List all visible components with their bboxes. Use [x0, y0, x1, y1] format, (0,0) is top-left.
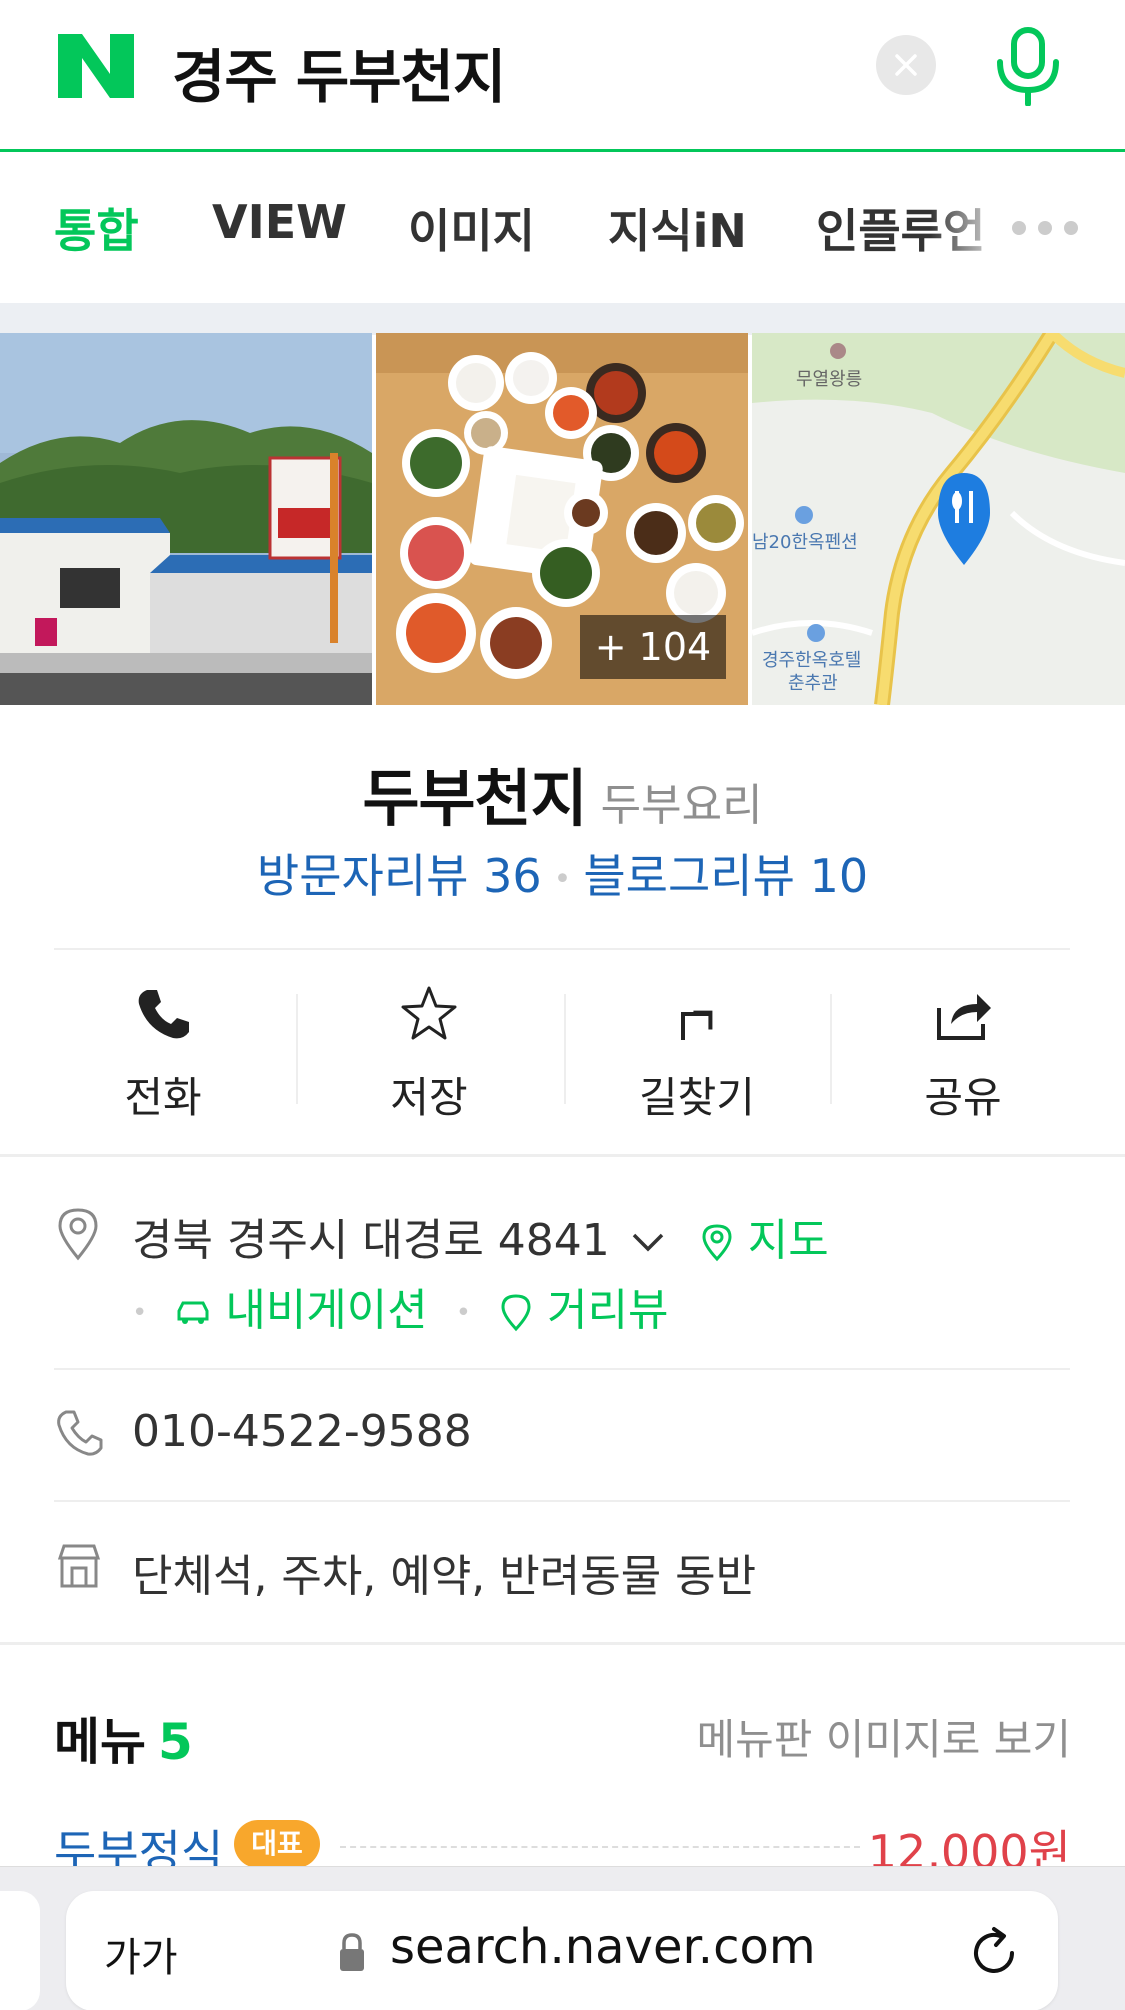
more-photos-count[interactable]: + 104	[580, 615, 726, 679]
dotted-leader	[340, 1846, 860, 1848]
directions-label: 길찾기	[639, 1073, 755, 1122]
search-header: 경주 두부천지	[0, 0, 1125, 152]
location-pin-icon	[58, 1208, 98, 1261]
map-label: 춘추관	[788, 673, 838, 694]
tabs-fade	[930, 155, 1010, 303]
divider	[54, 948, 1070, 950]
place-category: 두부요리	[600, 780, 763, 831]
star-icon	[401, 986, 457, 1040]
share-icon	[937, 994, 991, 1040]
place-title: 두부천지 두부요리	[0, 748, 1125, 838]
phone-icon	[138, 990, 189, 1039]
store-icon	[57, 1544, 101, 1588]
section-divider	[0, 1642, 1125, 1645]
blog-reviews-link[interactable]: 블로그리뷰 10	[583, 849, 868, 903]
directions-button[interactable]: 길찾기	[564, 960, 830, 1122]
address-row: 경북 경주시 대경로 4841 지도	[132, 1204, 829, 1268]
save-label: 저장	[390, 1073, 468, 1122]
map-label: 경주한옥호텔	[762, 650, 861, 671]
action-buttons: 전화 저장 길찾기 공유	[0, 960, 1125, 1122]
reload-icon[interactable]	[966, 1925, 1022, 1981]
dot-icon	[1064, 221, 1078, 235]
map-label: 남20한옥펜션	[752, 532, 858, 553]
signature-badge: 대표	[234, 1820, 320, 1868]
search-input[interactable]: 경주 두부천지	[172, 30, 506, 114]
tab-integrated[interactable]: 통합	[54, 195, 139, 261]
microphone-icon[interactable]	[990, 26, 1066, 106]
lock-icon	[340, 1933, 364, 1971]
map-link[interactable]: 지도	[748, 1215, 829, 1266]
more-tabs-button[interactable]	[1012, 220, 1090, 239]
chevron-down-icon[interactable]	[630, 1231, 666, 1255]
view-menu-image-link[interactable]: 메뉴판 이미지로 보기	[697, 1706, 1071, 1767]
divider	[54, 1500, 1070, 1502]
food-photo[interactable]: + 104	[376, 333, 748, 705]
separator-dot: •	[132, 1298, 148, 1328]
phone-number[interactable]: 010-4522-9588	[132, 1406, 472, 1457]
tab-knowledge-in[interactable]: 지식iN	[608, 195, 747, 261]
streetview-pin-icon	[501, 1294, 531, 1332]
separator-dot: •	[455, 1298, 472, 1328]
naver-logo[interactable]	[58, 34, 134, 98]
location-map-thumbnail[interactable]: 무열왕릉 남20한옥펜션 경주한옥호텔 춘추관	[752, 333, 1125, 705]
search-tabs: 통합 VIEW 이미지 지식iN 인플루언	[0, 155, 1125, 303]
visitor-reviews-link[interactable]: 방문자리뷰 36	[257, 849, 542, 903]
clear-search-button[interactable]	[876, 35, 936, 95]
menu-title: 메뉴	[54, 1713, 146, 1771]
map-label: 무열왕릉	[796, 369, 862, 390]
facilities-text: 단체석, 주차, 예약, 반려동물 동반	[132, 1551, 757, 1602]
share-button[interactable]: 공유	[830, 960, 1096, 1122]
address-links: • 내비게이션 • 거리뷰	[132, 1274, 669, 1338]
text-size-button[interactable]: 가가	[104, 1925, 178, 1983]
dot-icon	[1038, 221, 1052, 235]
call-label: 전화	[124, 1073, 202, 1122]
navigation-link[interactable]: 내비게이션	[225, 1285, 427, 1336]
photo-strip: + 104 무열왕릉 남20한옥펜션 경주한옥호텔 춘추관	[0, 333, 1125, 705]
menu-count: 5	[158, 1713, 193, 1771]
place-name[interactable]: 두부천지	[362, 762, 587, 835]
streetview-link[interactable]: 거리뷰	[547, 1285, 668, 1336]
separator-dot: •	[553, 862, 572, 897]
previous-tab-stub[interactable]	[0, 1891, 40, 2010]
browser-toolbar: 가가 search.naver.com	[0, 1866, 1125, 2010]
section-separator	[0, 303, 1125, 335]
review-links: 방문자리뷰 36 • 블로그리뷰 10	[0, 840, 1125, 906]
directions-icon	[681, 1010, 713, 1040]
call-button[interactable]: 전화	[30, 960, 296, 1122]
share-label: 공유	[924, 1073, 1002, 1122]
tab-view[interactable]: VIEW	[212, 195, 347, 249]
tab-images[interactable]: 이미지	[408, 195, 535, 261]
phone-icon	[57, 1410, 103, 1456]
car-icon	[177, 1301, 209, 1324]
section-divider	[0, 1154, 1125, 1157]
close-icon	[895, 54, 917, 76]
restaurant-exterior-photo[interactable]	[0, 333, 372, 705]
menu-heading: 메뉴 5	[54, 1702, 193, 1774]
address-text[interactable]: 경북 경주시 대경로 4841	[132, 1215, 610, 1266]
url-text[interactable]: search.naver.com	[390, 1919, 816, 1975]
address-bar[interactable]: 가가 search.naver.com	[66, 1891, 1058, 2010]
save-button[interactable]: 저장	[296, 960, 562, 1122]
divider	[54, 1368, 1070, 1370]
dot-icon	[1012, 221, 1026, 235]
map-pin-icon	[702, 1224, 732, 1262]
